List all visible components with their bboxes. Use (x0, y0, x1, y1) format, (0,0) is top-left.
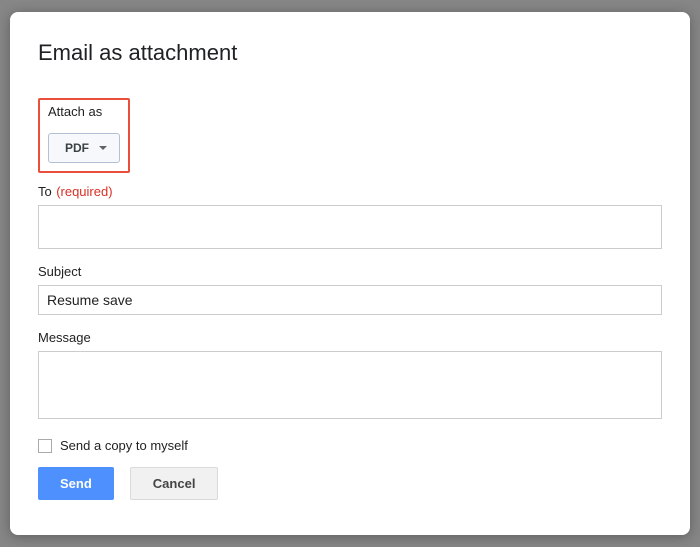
message-group: Message (38, 329, 662, 424)
copy-self-label: Send a copy to myself (60, 438, 188, 453)
message-input[interactable] (38, 351, 662, 419)
attach-as-dropdown[interactable]: PDF (48, 133, 120, 163)
to-input[interactable] (38, 205, 662, 249)
attach-as-selected: PDF (65, 141, 89, 155)
to-group: To (required) (38, 183, 662, 249)
to-required: (required) (56, 184, 112, 199)
message-label: Message (38, 330, 91, 345)
send-button[interactable]: Send (38, 467, 114, 500)
to-label: To (38, 184, 52, 199)
button-row: Send Cancel (38, 467, 662, 500)
subject-label: Subject (38, 264, 81, 279)
attach-as-label: Attach as (48, 104, 120, 119)
dialog-title: Email as attachment (38, 40, 662, 66)
subject-input[interactable] (38, 285, 662, 315)
copy-self-checkbox[interactable] (38, 439, 52, 453)
copy-self-row: Send a copy to myself (38, 438, 662, 453)
chevron-down-icon (99, 146, 107, 150)
cancel-button[interactable]: Cancel (130, 467, 219, 500)
attach-as-highlight: Attach as PDF (38, 98, 130, 173)
email-attachment-dialog: Email as attachment Attach as PDF To (re… (10, 12, 690, 535)
subject-group: Subject (38, 263, 662, 315)
